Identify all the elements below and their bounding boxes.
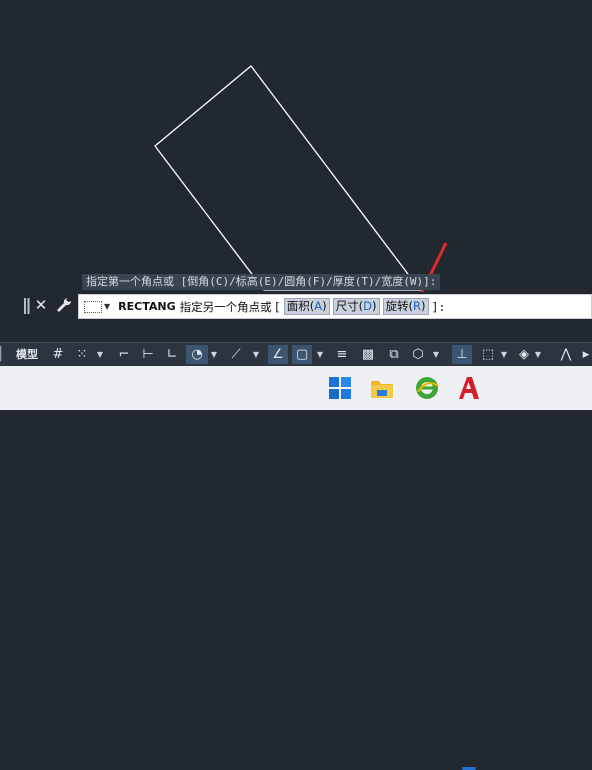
browser-icon[interactable] (414, 375, 440, 401)
ortho-icon[interactable]: ∟ (162, 345, 182, 364)
option-area-close: ) (322, 299, 327, 313)
model-tab[interactable]: 模型 (12, 345, 42, 364)
grip-handle-icon[interactable] (24, 298, 30, 314)
status-bar: ▏ 模型 # ⁙ ▼ ⌐ ⊢ ∟ ◔ ▼ ⟋ ▼ ∠ ▢ ▼ ≡ ▩ ⧉ ⬡ ▼… (0, 342, 592, 366)
infer-constraints-icon[interactable]: ⌐ (114, 345, 134, 364)
option-dimensions-key: D (363, 299, 373, 313)
chevron-down-icon[interactable]: ▼ (96, 345, 104, 364)
option-dimensions-label: 尺寸( (335, 299, 364, 313)
command-prompt: 指定另一个角点或 [ (179, 299, 280, 314)
chevron-down-icon[interactable]: ▼ (316, 345, 324, 364)
ucs-icon[interactable]: ⊥ (452, 345, 472, 364)
isometric-icon[interactable]: ⟋ (226, 345, 246, 364)
option-area[interactable]: 面积(A) (283, 298, 330, 315)
annotation-monitor-icon[interactable]: ◈ (514, 345, 534, 364)
drawing-viewport (154, 65, 448, 314)
option-area-key: A (314, 299, 323, 313)
workspace-icon[interactable]: ▸ (580, 345, 592, 364)
grid-icon[interactable]: # (48, 345, 68, 364)
command-line[interactable]: ▼ RECTANG 指定另一个角点或 [ 面积(A) 尺寸(D) 旋转(R) ]… (78, 294, 592, 319)
command-name: RECTANG (118, 300, 176, 313)
lineweight-icon[interactable]: ≡ (332, 345, 352, 364)
chevron-down-icon[interactable]: ▼ (210, 345, 218, 364)
transparency-icon[interactable]: ▩ (358, 345, 378, 364)
polar-tracking-icon[interactable]: ◔ (186, 345, 208, 364)
annotation-scale-icon[interactable]: ⋀ (556, 345, 576, 364)
dynamic-input-icon[interactable]: ⊢ (138, 345, 158, 364)
object-snap-icon[interactable]: ▢ (292, 345, 312, 364)
command-suffix: ]: (431, 299, 446, 314)
windows-taskbar (0, 366, 592, 770)
windows-start-icon[interactable] (327, 375, 353, 401)
drawing-canvas[interactable] (0, 0, 592, 320)
close-icon[interactable]: ✕ (34, 296, 48, 314)
option-dimensions[interactable]: 尺寸(D) (332, 298, 380, 315)
3d-object-snap-icon[interactable]: ⬡ (408, 345, 428, 364)
selection-cycling-icon[interactable]: ⧉ (384, 345, 404, 364)
rotated-rectangle[interactable] (154, 65, 422, 291)
snap-dots-icon[interactable]: ⁙ (72, 345, 92, 364)
command-history-line: 指定第一个角点或 [倒角(C)/标高(E)/圆角(F)/厚度(T)/宽度(W)]… (82, 274, 441, 290)
gizmo-icon[interactable]: ⬚ (478, 345, 498, 364)
object-snap-tracking-icon[interactable]: ∠ (268, 345, 288, 364)
chevron-down-icon[interactable]: ▼ (252, 345, 260, 364)
option-area-label: 面积( (286, 299, 315, 313)
file-explorer-icon[interactable] (369, 375, 395, 401)
option-rotation-label: 旋转( (385, 299, 414, 313)
option-rotation-key: R (413, 299, 422, 313)
canvas-bottom (0, 322, 592, 342)
wrench-icon[interactable] (55, 296, 73, 316)
autocad-icon[interactable] (456, 375, 482, 401)
chevron-down-icon[interactable]: ▼ (432, 345, 440, 364)
status-bar-edge-icon: ▏ (0, 347, 10, 362)
chevron-down-icon[interactable]: ▼ (500, 345, 508, 364)
chevron-down-icon[interactable]: ▼ (534, 345, 542, 364)
option-dimensions-close: ) (372, 299, 377, 313)
option-rotation-close: ) (421, 299, 426, 313)
option-rotation[interactable]: 旋转(R) (382, 298, 429, 315)
chevron-down-icon[interactable]: ▼ (104, 302, 110, 311)
selection-icon[interactable] (84, 300, 102, 313)
